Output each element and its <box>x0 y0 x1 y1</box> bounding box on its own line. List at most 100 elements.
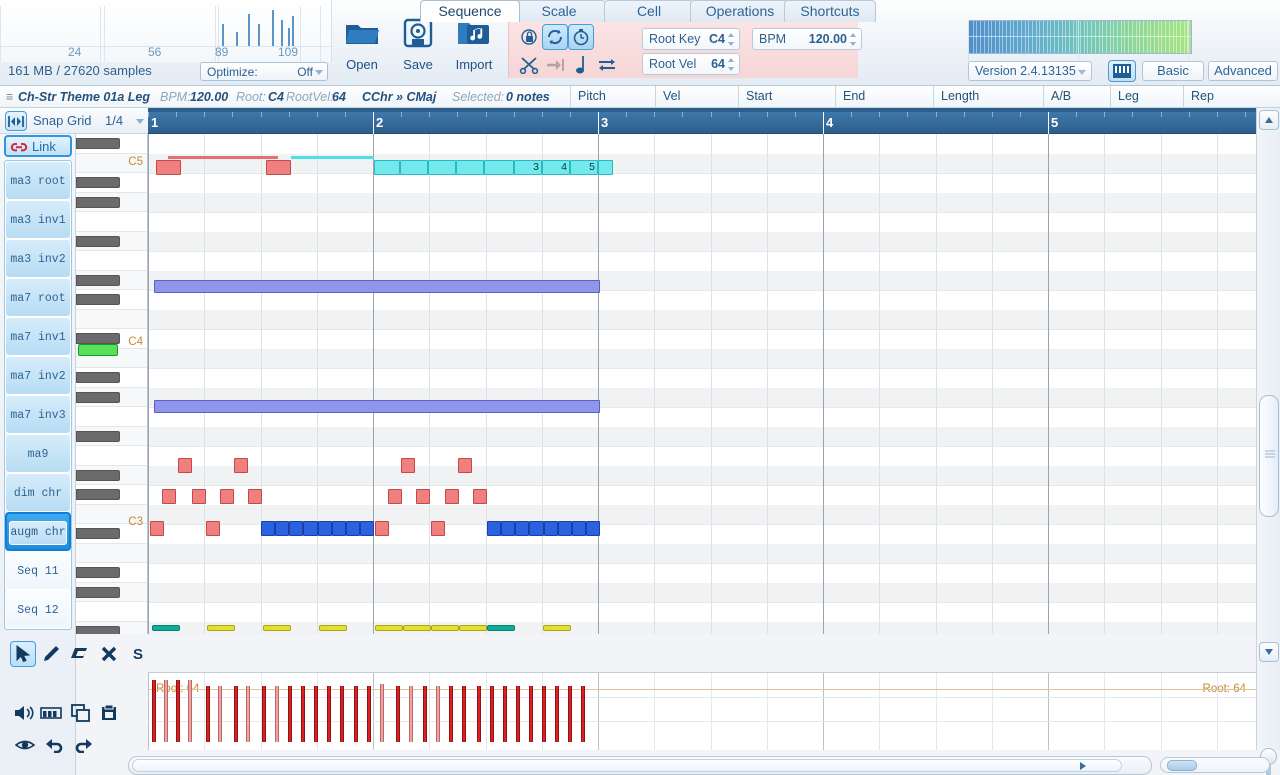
column-header-pitch[interactable]: Pitch <box>570 86 655 108</box>
velocity-bar[interactable] <box>555 686 559 742</box>
piano-key-row[interactable] <box>76 446 147 466</box>
piano-keyboard[interactable]: C5 C4 C3 <box>76 134 148 634</box>
piano-black-key[interactable] <box>76 196 120 208</box>
note-blue-segment[interactable] <box>317 521 332 536</box>
note-marker[interactable] <box>319 625 347 631</box>
tool-select-arrow-tool[interactable] <box>10 641 36 667</box>
velocity-panel[interactable]: Root: 64 Root: 64 <box>148 672 1256 750</box>
piano-black-key[interactable] <box>76 586 120 598</box>
velocity-bar[interactable] <box>206 686 210 742</box>
note-red-small[interactable] <box>416 489 430 504</box>
velocity-bar[interactable] <box>176 680 180 742</box>
note-cyan-segment[interactable] <box>400 160 428 175</box>
velocity-bar[interactable] <box>164 680 168 742</box>
note-blue-segment[interactable] <box>487 521 502 536</box>
piano-black-key[interactable] <box>76 430 120 442</box>
note-blue-segment[interactable] <box>275 521 290 536</box>
velocity-bar[interactable] <box>449 686 453 742</box>
root-vel-field[interactable]: Root Vel 64 <box>642 53 740 75</box>
preset-ma7-root[interactable]: ma7 root <box>5 278 71 317</box>
note-red-small[interactable] <box>234 458 248 473</box>
velocity-bar[interactable] <box>314 686 318 742</box>
note-lavender-bar[interactable] <box>154 280 600 293</box>
piano-black-key[interactable] <box>76 294 120 306</box>
velocity-bar[interactable] <box>409 686 413 742</box>
piano-roll-grid[interactable]: 345 <box>148 134 1256 634</box>
tab-shortcuts[interactable]: Shortcuts <box>784 0 876 22</box>
preset-ma7-inv3[interactable]: ma7 inv3 <box>5 395 71 434</box>
preset-ma3-inv1[interactable]: ma3 inv1 <box>5 200 71 239</box>
tab-operations[interactable]: Operations <box>690 0 790 22</box>
snap-grid-value[interactable]: 1/4 <box>105 113 123 128</box>
velocity-bar[interactable] <box>396 686 400 742</box>
column-header-start[interactable]: Start <box>738 86 838 108</box>
root-key-field[interactable]: Root Key C4 <box>642 28 740 50</box>
horizontal-zoom-thumb[interactable] <box>1167 760 1197 771</box>
note-cyan-segment[interactable] <box>598 160 613 175</box>
velocity-bar[interactable] <box>275 686 279 742</box>
note-marker[interactable] <box>543 625 571 631</box>
bpm-stepper[interactable] <box>850 32 857 47</box>
chord-blocks-icon[interactable] <box>38 700 64 726</box>
piano-black-key[interactable] <box>76 333 120 345</box>
import-button[interactable]: Import <box>446 16 502 78</box>
column-header-end[interactable]: End <box>835 86 935 108</box>
top-marker[interactable] <box>291 156 374 159</box>
column-header-vel[interactable]: Vel <box>655 86 745 108</box>
note-blue-segment[interactable] <box>289 521 304 536</box>
piano-key-row[interactable] <box>76 251 147 271</box>
vertical-scroll-thumb[interactable] <box>1259 395 1279 517</box>
note-cyan-segment[interactable] <box>456 160 484 175</box>
note-blue-segment[interactable] <box>501 521 516 536</box>
optimize-dropdown[interactable]: Optimize: Off <box>200 62 328 81</box>
velocity-bar[interactable] <box>188 680 192 742</box>
version-dropdown[interactable]: Version 2.4.13135 <box>968 61 1092 81</box>
note-blue-segment[interactable] <box>557 521 572 536</box>
velocity-bar[interactable] <box>581 686 585 742</box>
note-red-small[interactable] <box>375 521 389 536</box>
top-marker[interactable] <box>168 156 278 159</box>
velocity-bar[interactable] <box>490 686 494 742</box>
scroll-down-arrow-icon[interactable] <box>1259 642 1279 662</box>
tool-delete-x-tool[interactable] <box>96 641 122 667</box>
note-red-small[interactable] <box>206 521 220 536</box>
vertical-scrollbar[interactable] <box>1256 108 1280 775</box>
preset-dim-chr[interactable]: dim chr <box>5 473 71 512</box>
velocity-bar[interactable] <box>436 686 440 742</box>
note-blue-segment[interactable] <box>543 521 558 536</box>
tool-eraser-tool[interactable] <box>66 641 92 667</box>
piano-black-key[interactable] <box>76 489 120 501</box>
link-button[interactable]: Link <box>4 135 72 157</box>
velocity-bar[interactable] <box>288 686 292 742</box>
bpm-field[interactable]: BPM 120.00 <box>752 28 862 50</box>
piano-black-key[interactable] <box>76 372 120 384</box>
hamburger-icon[interactable]: ≡ <box>6 90 13 104</box>
note-blue-segment[interactable] <box>515 521 530 536</box>
velocity-bar[interactable] <box>477 686 481 742</box>
horizontal-scrollbar[interactable] <box>128 756 1152 775</box>
save-button[interactable]: Save <box>390 16 446 78</box>
piano-key-highlight[interactable] <box>78 344 118 356</box>
note-blue-segment[interactable] <box>331 521 346 536</box>
note-blue-segment[interactable] <box>359 521 374 536</box>
note-red-small[interactable] <box>473 489 487 504</box>
piano-key-row[interactable] <box>76 212 147 232</box>
velocity-bar[interactable] <box>246 686 250 742</box>
open-button[interactable]: Open <box>334 16 390 78</box>
velocity-bar[interactable] <box>367 686 371 742</box>
velocity-bar[interactable] <box>516 686 520 742</box>
note-red-small[interactable] <box>388 489 402 504</box>
snap-grid-icon[interactable] <box>5 111 27 131</box>
velocity-bar[interactable] <box>340 686 344 742</box>
column-header-length[interactable]: Length <box>933 86 1030 108</box>
note-red-small[interactable] <box>248 489 262 504</box>
note-marker[interactable] <box>487 625 515 631</box>
preset-ma7-inv1[interactable]: ma7 inv1 <box>5 317 71 356</box>
note-lavender-bar[interactable] <box>154 400 600 413</box>
note-red-small[interactable] <box>220 489 234 504</box>
preset-ma3-inv2[interactable]: ma3 inv2 <box>5 239 71 278</box>
loop-refresh-icon[interactable] <box>542 24 568 50</box>
horizontal-zoom-slider[interactable] <box>1160 757 1270 773</box>
advanced-mode-button[interactable]: Advanced <box>1208 61 1278 81</box>
tool-split-s-tool[interactable]: S <box>126 641 152 667</box>
